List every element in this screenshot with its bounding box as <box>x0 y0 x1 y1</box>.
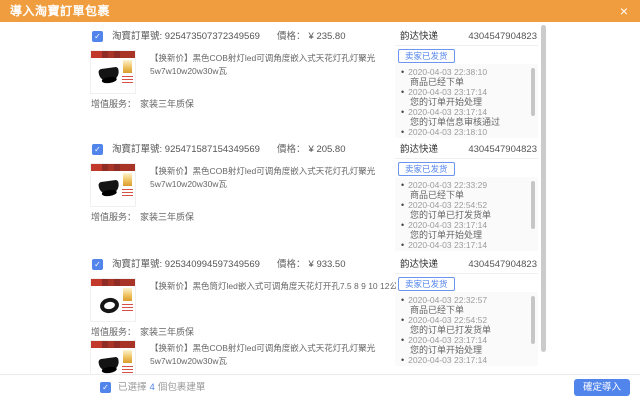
order-checkbox[interactable]: ✓ <box>92 259 103 270</box>
bullet-icon: • <box>401 87 404 97</box>
bullet-icon: • <box>401 180 404 190</box>
ship-status-tag[interactable]: 卖家已发货 <box>398 277 455 291</box>
order-checkbox[interactable]: ✓ <box>92 144 103 155</box>
order-header-row: ✓ 淘寶訂單號: 925473507372349569 價格：¥ 235.80 <box>88 30 388 44</box>
check-icon: ✓ <box>94 260 101 269</box>
product-thumbnail <box>90 340 136 374</box>
import-taobao-orders-dialog: 導入淘寶訂單包裹 × ✓ 淘寶訂單號: 925473507372349569 價… <box>0 0 640 400</box>
order-item-4-partial: 【换新价】黑色COB射灯led可调角度嵌入式天花灯孔灯聚光 5w7w10w20w… <box>88 340 546 374</box>
product-row: 【换新价】黑色COB射灯led可调角度嵌入式天花灯孔灯聚光 5w7w10w20w… <box>88 340 388 374</box>
order-item-2: ✓ 淘寶訂單號: 925471587154349569 價格：¥ 205.80 … <box>88 143 546 255</box>
dialog-title: 導入淘寶訂單包裹 <box>10 0 110 22</box>
product-description: 【换新价】黑色COB射灯led可调角度嵌入式天花灯孔灯聚光 5w7w10w20w… <box>150 52 390 78</box>
order-header-row: ✓ 淘寶訂單號: 925471587154349569 價格：¥ 205.80 <box>88 143 388 157</box>
timeline-entry: •2020-04-03 22:33:29 商品已经下单 <box>401 180 528 200</box>
value-added-service: 增值服务：家装三年质保 <box>91 97 194 110</box>
bullet-icon: • <box>401 220 404 230</box>
bullet-icon: • <box>401 240 404 250</box>
bullet-icon: • <box>401 127 404 137</box>
timeline-entry: •2020-04-03 23:18:10 <box>401 127 528 137</box>
carrier-name: 韵达快递 <box>400 259 438 271</box>
selected-count: 4 <box>150 382 155 393</box>
timeline-entry: •2020-04-03 23:17:14 您的订单开始处理 <box>401 220 528 240</box>
tracking-timeline: •2020-04-03 22:38:10 商品已经下单 •2020-04-03 … <box>395 64 538 138</box>
timeline-entry: •2020-04-03 23:17:14 您的订单开始处理 <box>401 87 528 107</box>
order-header-row: ✓ 淘寶訂單號: 925340994597349569 價格：¥ 933.50 <box>88 258 388 272</box>
dialog-header: 導入淘寶訂單包裹 × <box>0 0 640 22</box>
carrier-row: 韵达快递 4304547904823 <box>395 259 538 274</box>
value-added-service: 增值服务：家装三年质保 <box>91 210 194 223</box>
check-icon: ✓ <box>94 32 101 41</box>
selected-summary: 已選擇4個包裹建單 <box>118 381 205 394</box>
select-all-checkbox[interactable]: ✓ <box>100 382 111 393</box>
timeline-entry: •2020-04-03 22:54:52 您的订单已打发货单 <box>401 315 528 335</box>
order-price: 價格：¥ 235.80 <box>277 30 346 43</box>
product-description: 【换新价】黑色筒灯led嵌入式可调角度天花灯开孔7.5 8 9 10 12公分c… <box>150 280 396 293</box>
product-thumbnail <box>90 163 136 207</box>
tracking-number: 4304547904823 <box>468 259 537 271</box>
tracking-timeline: •2020-04-03 22:33:29 商品已经下单 •2020-04-03 … <box>395 177 538 251</box>
bullet-icon: • <box>401 107 404 117</box>
product-thumbnail <box>90 50 136 94</box>
order-price: 價格：¥ 205.80 <box>277 143 346 156</box>
check-icon: ✓ <box>102 383 109 392</box>
carrier-row: 韵达快递 4304547904823 <box>395 31 538 46</box>
product-description: 【换新价】黑色COB射灯led可调角度嵌入式天花灯孔灯聚光 5w7w10w20w… <box>150 342 390 368</box>
check-icon: ✓ <box>94 145 101 154</box>
confirm-import-button[interactable]: 確定導入 <box>574 379 630 396</box>
order-number: 淘寶訂單號: 925340994597349569 <box>112 258 260 271</box>
bullet-icon: • <box>401 200 404 210</box>
product-thumbnail <box>90 278 136 322</box>
product-row: 【换新价】黑色COB射灯led可调角度嵌入式天花灯孔灯聚光 5w7w10w20w… <box>88 50 388 96</box>
order-item-1: ✓ 淘寶訂單號: 925473507372349569 價格：¥ 235.80 … <box>88 30 546 142</box>
close-icon[interactable]: × <box>620 0 628 22</box>
bullet-icon: • <box>401 295 404 305</box>
tracking-number: 4304547904823 <box>468 144 537 156</box>
timeline-scrollbar[interactable] <box>531 296 535 344</box>
dialog-footer: ✓ 已選擇4個包裹建單 確定導入 <box>0 374 640 400</box>
product-description: 【换新价】黑色COB射灯led可调角度嵌入式天花灯孔灯聚光 5w7w10w20w… <box>150 165 390 191</box>
product-row: 【换新价】黑色COB射灯led可调角度嵌入式天花灯孔灯聚光 5w7w10w20w… <box>88 163 388 209</box>
timeline-entry: •2020-04-03 23:17:14 您的订单信息审核通过 <box>401 107 528 127</box>
bullet-icon: • <box>401 67 404 77</box>
carrier-name: 韵达快递 <box>400 31 438 43</box>
timeline-scrollbar[interactable] <box>531 68 535 116</box>
value-added-service: 增值服务：家装三年质保 <box>91 325 194 338</box>
timeline-entry: •2020-04-03 22:32:57 商品已经下单 <box>401 295 528 315</box>
bullet-icon: • <box>401 315 404 325</box>
carrier-name: 韵达快递 <box>400 144 438 156</box>
timeline-entry: •2020-04-03 22:38:10 商品已经下单 <box>401 67 528 87</box>
order-number: 淘寶訂單號: 925471587154349569 <box>112 143 260 156</box>
timeline-scrollbar[interactable] <box>531 181 535 229</box>
order-price: 價格：¥ 933.50 <box>277 258 346 271</box>
timeline-entry: •2020-04-03 22:54:52 您的订单已打发货单 <box>401 200 528 220</box>
carrier-row: 韵达快递 4304547904823 <box>395 144 538 159</box>
ship-status-tag[interactable]: 卖家已发货 <box>398 162 455 176</box>
main-scrollbar[interactable] <box>541 25 546 352</box>
tracking-number: 4304547904823 <box>468 31 537 43</box>
order-checkbox[interactable]: ✓ <box>92 31 103 42</box>
product-row: 【换新价】黑色筒灯led嵌入式可调角度天花灯开孔7.5 8 9 10 12公分c… <box>88 278 388 324</box>
timeline-entry: •2020-04-03 23:17:14 <box>401 240 528 250</box>
order-number: 淘寶訂單號: 925473507372349569 <box>112 30 260 43</box>
ship-status-tag[interactable]: 卖家已发货 <box>398 49 455 63</box>
